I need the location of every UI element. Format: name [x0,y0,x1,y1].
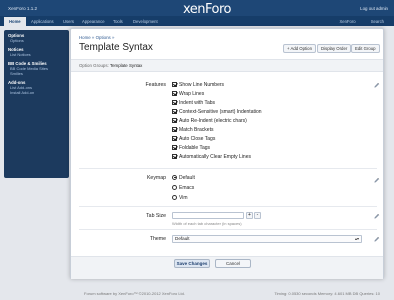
checkbox[interactable] [172,144,177,150]
keymap-label: Keymap [146,175,166,181]
breadcrumb[interactable]: Home » Options » [79,35,114,40]
keymap-option[interactable]: Default [172,174,195,182]
option-groups-label: Option Groups: Template Syntax [79,63,142,68]
edit-features-icon[interactable] [373,82,380,89]
feature-option[interactable]: Match Brackets [172,126,213,134]
tab-development[interactable]: Development [128,17,163,26]
keymap-option[interactable]: Vim [172,194,188,202]
sidebar-item-options[interactable]: Options [8,38,65,43]
tab-size-label: Tab Size [146,213,166,219]
feature-option[interactable]: Show Line Numbers [172,81,224,89]
feature-option[interactable]: Auto Re-Indent (electric chars) [172,117,247,125]
sidebar-group-addons: Add-ons List Add-ons Install Add-on [8,80,65,95]
checkbox[interactable] [172,90,177,96]
checkbox[interactable] [172,81,177,87]
feature-option[interactable]: Automatically Clear Empty Lines [172,153,251,161]
footer-copyright[interactable]: Forum software by XenForo™ ©2010-2012 Xe… [84,291,185,296]
tab-size-hint: Width of each tab character (in spaces) [172,221,242,226]
edit-theme-icon[interactable] [373,236,380,243]
option-groups-select[interactable]: Template Syntax [110,63,142,68]
feature-option-label: Automatically Clear Empty Lines [179,154,251,160]
chevron-updown-icon: ▴▾ [354,236,359,241]
sidebar-item-smilies[interactable]: Smilies [8,71,65,76]
features-label: Features [145,82,166,88]
nav-search-link[interactable]: Search [371,19,384,24]
feature-option[interactable]: Wrap Lines [172,90,204,98]
sidebar-group-options: Options Options [8,33,65,43]
feature-option[interactable]: Context-Sensitive (smart) Indentation [172,108,262,116]
radio-button[interactable] [172,174,177,180]
options-panel: Home » Options » Template Syntax + Add O… [70,28,384,279]
feature-option-label: Match Brackets [179,127,214,133]
radio-button[interactable] [172,194,177,200]
tab-size-decrement-button[interactable]: - [254,212,261,219]
edit-group-button[interactable]: Edit Group [351,44,380,53]
cancel-button[interactable]: Cancel [215,259,251,268]
keymap-option[interactable]: Emacs [172,184,194,192]
display-order-button[interactable]: Display Order [317,44,352,53]
theme-label: Theme [149,236,166,242]
radio-button[interactable] [172,184,177,190]
option-groups-row: Option Groups: Template Syntax [71,59,383,72]
feature-option[interactable]: Auto Close Tags [172,135,215,143]
sidebar: Options Options Notices List Notices BB … [4,30,69,178]
feature-option-label: Auto Close Tags [179,136,216,142]
checkbox[interactable] [172,108,177,114]
edit-keymap-icon[interactable] [373,177,380,184]
checkbox[interactable] [172,99,177,105]
keymap-option-label: Default [179,175,195,181]
keymap-option-label: Vim [179,195,188,201]
section-divider [79,168,377,169]
section-divider [79,229,377,230]
section-divider [79,206,377,207]
footer: Forum software by XenForo™ ©2010-2012 Xe… [0,287,394,300]
keymap-option-label: Emacs [179,185,195,191]
edit-tab-size-icon[interactable] [373,213,380,220]
sidebar-group-bbcode: BB Code & Smilies BB Code Media Sites Sm… [8,61,65,76]
sidebar-group-notices: Notices List Notices [8,47,65,57]
feature-option-label: Auto Re-Indent (electric chars) [179,118,247,124]
sidebar-item-install-addon[interactable]: Install Add-on [8,90,65,95]
app-title: XenForo 1.1.2 [8,6,38,11]
add-option-button[interactable]: + Add Option [283,44,316,53]
feature-option-label: Wrap Lines [179,91,205,97]
footer-timing: Timing: 0.0530 seconds Memory: 4.601 MB … [274,291,380,296]
tab-applications[interactable]: Applications [26,17,59,26]
checkbox[interactable] [172,126,177,132]
page-title: Template Syntax [79,42,153,53]
theme-selected-value: Default [175,236,190,241]
checkbox[interactable] [172,117,177,123]
sidebar-item-list-notices[interactable]: List Notices [8,52,65,57]
checkbox[interactable] [172,153,177,159]
tab-size-input[interactable] [172,212,244,219]
feature-option-label: Context-Sensitive (smart) Indentation [179,109,262,115]
xenforo-logo[interactable]: xenForo [183,2,232,17]
tab-appearance[interactable]: Appearance [77,17,110,26]
theme-select[interactable]: Default ▴▾ [172,235,362,243]
feature-option-label: Show Line Numbers [179,82,225,88]
tab-home[interactable]: Home [4,17,26,26]
save-changes-button[interactable]: Save Changes [174,259,210,268]
tab-tools[interactable]: Tools [108,17,128,26]
feature-option-label: Foldable Tags [179,145,211,151]
tab-size-increment-button[interactable]: + [246,212,253,219]
feature-option-label: Indent with Tabs [179,100,216,106]
feature-option[interactable]: Indent with Tabs [172,99,215,107]
tab-users[interactable]: Users [58,17,79,26]
nav-xenforo-link[interactable]: XenForo [339,19,355,24]
nav-right: XenForo Search [325,17,384,26]
option-groups-caption: Option Groups: [79,63,109,68]
logout-link[interactable]: Log out admin [360,6,388,11]
feature-option[interactable]: Foldable Tags [172,144,210,152]
checkbox[interactable] [172,135,177,141]
